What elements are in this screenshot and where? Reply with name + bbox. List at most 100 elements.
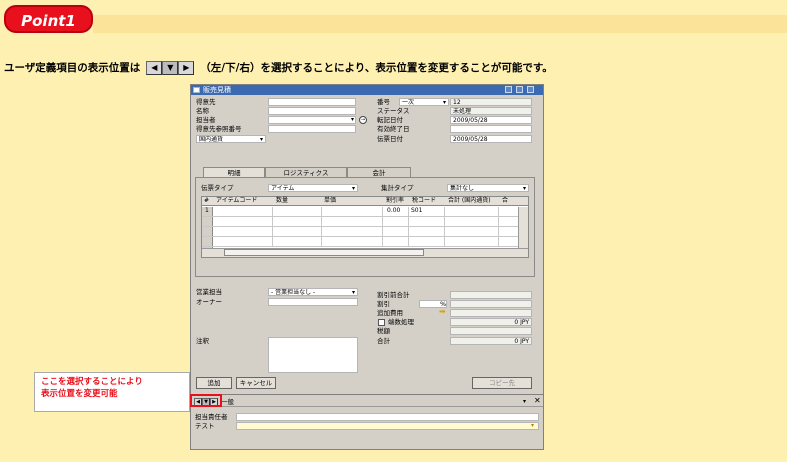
discount-amount-field	[450, 300, 532, 308]
number-field: 12	[450, 98, 532, 106]
row-number[interactable]: 1	[205, 207, 209, 215]
arrow-icon[interactable]: ➡	[439, 308, 446, 316]
col-header-price[interactable]: 単価	[324, 197, 336, 205]
add-button[interactable]: 追加	[196, 377, 232, 389]
col-header-extra[interactable]: 合	[502, 197, 508, 205]
status-field: 未処理	[450, 107, 532, 115]
callout-note: ここを選択することにより 表示位置を変更可能	[34, 372, 190, 412]
items-grid[interactable]: # アイテムコード 数量 単価 割引率 税コード 合計 (国内通貨) 合 1 0…	[201, 196, 529, 258]
rounding-label: 端数処理	[388, 318, 414, 326]
udf-panel: ◀ ▼ ▶ 一般 ▾ ✕ 担当責任者 テスト ▾	[190, 394, 544, 450]
udf-responsible-label: 担当責任者	[195, 413, 228, 421]
owner-label: オーナー	[196, 298, 222, 306]
summary-type-select[interactable]: 集計なし ▾	[447, 184, 529, 192]
window-titlebar: 販売見積	[191, 85, 543, 95]
window-title: 販売見積	[203, 86, 231, 94]
window-icon	[193, 87, 200, 93]
udf-test-chevron-down-icon[interactable]: ▾	[531, 422, 534, 430]
remarks-label: 注釈	[196, 337, 209, 345]
sales-rep-select[interactable]: - 営業担当なし - ▾	[268, 288, 358, 296]
point-badge: Point1	[4, 5, 93, 33]
summary-type-value: 集計なし	[450, 185, 475, 192]
udf-test-field[interactable]	[236, 422, 539, 430]
down-arrow-icon: ▼	[162, 61, 179, 75]
item-type-chevron-down-icon: ▾	[351, 185, 355, 192]
rounding-checkbox[interactable]	[378, 319, 385, 326]
sales-rep-chevron-down-icon: ▾	[351, 289, 355, 296]
currency-chevron-down-icon: ▾	[259, 136, 263, 143]
udf-test-label: テスト	[195, 422, 215, 430]
name-field[interactable]	[268, 107, 356, 115]
right-arrow-icon: ▶	[178, 61, 195, 75]
left-arrow-icon: ◀	[146, 61, 163, 75]
valid-until-field[interactable]	[450, 125, 532, 133]
item-type-value: アイテム	[271, 185, 295, 192]
customer-field[interactable]	[268, 98, 356, 106]
col-header-discount[interactable]: 割引率	[386, 197, 404, 205]
callout-line1: ここを選択することにより	[41, 377, 143, 387]
col-header-tax-code[interactable]: 税コード	[412, 197, 436, 205]
summary-type-chevron-down-icon: ▾	[522, 185, 526, 192]
grand-total-field: 0 JPY	[450, 337, 532, 345]
document-date-label: 伝票日付	[377, 135, 403, 143]
cancel-button[interactable]: キャンセル	[236, 377, 276, 389]
document-date-field[interactable]: 2009/05/28	[450, 135, 532, 143]
close-icon[interactable]	[527, 86, 534, 93]
customer-ref-label: 得意先参照番号	[196, 125, 242, 133]
col-header-total[interactable]: 合計 (国内通貨)	[448, 197, 491, 205]
freight-label: 追加費用	[377, 309, 403, 317]
owner-field[interactable]	[268, 298, 358, 306]
udf-category[interactable]: 一般	[221, 398, 234, 406]
name-label: 名称	[196, 107, 209, 115]
callout-line2: 表示位置を変更可能	[41, 389, 118, 399]
contact-label: 担当者	[196, 116, 216, 124]
item-type-select[interactable]: アイテム ▾	[268, 184, 358, 192]
tax-field	[450, 327, 532, 335]
scrollbar-thumb[interactable]	[224, 249, 424, 256]
currency-select[interactable]: 国内通貨 ▾	[196, 135, 266, 143]
remarks-field[interactable]	[268, 337, 358, 373]
customer-label: 得意先	[196, 98, 216, 106]
row-tax-code[interactable]: S01	[411, 207, 422, 215]
description-after: （左/下/右）を選択することにより、表示位置を変更することが可能です。	[200, 62, 553, 74]
maximize-icon[interactable]	[516, 86, 523, 93]
header-band	[93, 15, 787, 33]
udf-responsible-field[interactable]	[236, 413, 539, 421]
series-value: 一次	[402, 99, 415, 106]
posting-date-field[interactable]: 2009/05/28	[450, 116, 532, 124]
contact-dropdown-icon[interactable]: ▾	[351, 116, 354, 124]
description-before: ユーザ定義項目の表示位置は	[4, 62, 141, 74]
col-header-item-code[interactable]: アイテムコード	[216, 197, 257, 205]
tax-label: 税額	[377, 327, 390, 335]
udf-chevron-down-icon[interactable]: ▾	[523, 398, 526, 406]
col-header-num[interactable]: #	[204, 197, 209, 205]
minimize-icon[interactable]	[505, 86, 512, 93]
currency-select-label: 国内通貨	[199, 136, 224, 143]
summary-type-label: 集計タイプ	[381, 184, 414, 192]
description: ユーザ定義項目の表示位置は ◀ ▼ ▶ （左/下/右）を選択することにより、表示…	[4, 60, 553, 76]
series-chevron-down-icon: ▾	[442, 99, 446, 106]
freight-field	[450, 309, 532, 317]
sales-rep-label: 営業担当	[196, 288, 222, 296]
status-label: ステータス	[377, 107, 410, 115]
link-arrow-icon[interactable]: →	[359, 116, 367, 124]
udf-header	[191, 396, 543, 407]
rounding-field: 0 JPY	[450, 318, 532, 326]
row-discount[interactable]: 0.00	[387, 207, 400, 215]
total-before-discount-label: 割引前合計	[377, 291, 410, 299]
highlight-box	[190, 394, 222, 407]
sales-rep-value: - 営業担当なし -	[271, 289, 316, 296]
item-type-label: 伝票タイプ	[201, 184, 234, 192]
copy-to-button[interactable]: コピー先	[472, 377, 532, 389]
col-header-quantity[interactable]: 数量	[276, 197, 288, 205]
valid-until-label: 有効終了日	[377, 125, 410, 133]
contact-field[interactable]	[268, 116, 356, 124]
posting-date-label: 転記日付	[377, 116, 403, 124]
vertical-scrollbar[interactable]	[518, 207, 528, 248]
nav-example: ◀ ▼ ▶	[146, 61, 195, 75]
customer-ref-field[interactable]	[268, 125, 356, 133]
series-select[interactable]: 一次 ▾	[399, 98, 449, 106]
number-label: 番号	[377, 98, 390, 106]
udf-close-icon[interactable]: ✕	[534, 397, 541, 405]
total-before-discount-field	[450, 291, 532, 299]
